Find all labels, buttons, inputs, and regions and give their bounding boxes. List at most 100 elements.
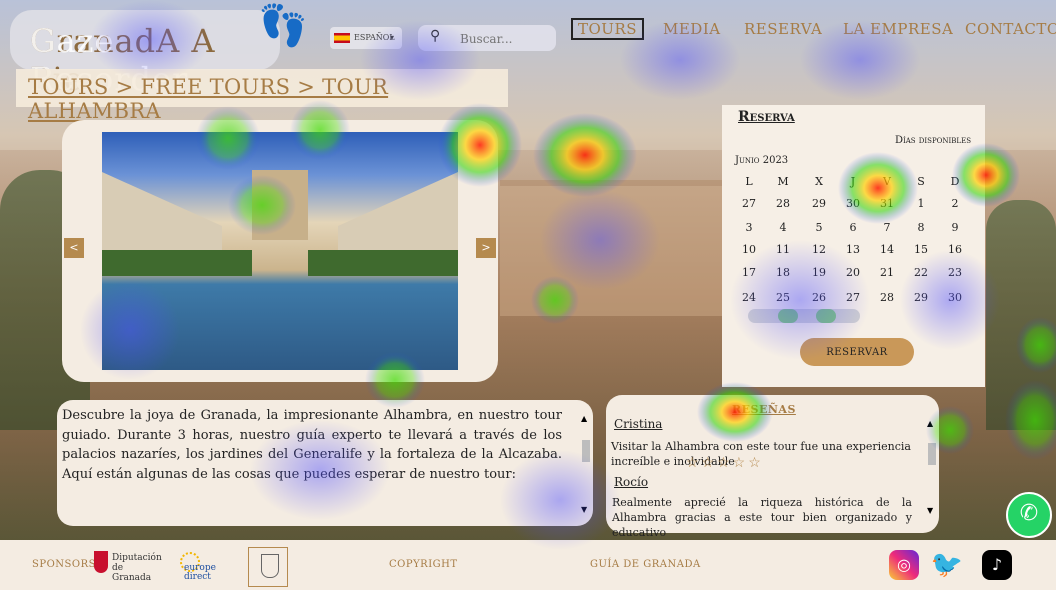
calendar-day[interactable]: 2 bbox=[938, 197, 972, 210]
site-logo[interactable]: GranadA A Pie Gaze Recorder bbox=[10, 10, 280, 98]
nav-la-empresa[interactable]: LA EMPRESA bbox=[843, 20, 953, 38]
search-box[interactable]: ⚲ bbox=[418, 25, 556, 51]
weekday-label: J bbox=[850, 175, 856, 188]
sponsor-europe-direct-logo[interactable]: europe direct bbox=[180, 552, 234, 582]
copyright-link[interactable]: COPYRIGHT bbox=[389, 559, 458, 570]
calendar-day[interactable]: 20 bbox=[836, 266, 870, 279]
calendar-day[interactable]: 4 bbox=[766, 221, 800, 234]
calendar-day[interactable]: 26 bbox=[802, 291, 836, 304]
available-days-label: Días disponibles bbox=[894, 135, 971, 146]
gallery-next-button[interactable]: > bbox=[476, 238, 496, 258]
reservar-button[interactable]: RESERVAR bbox=[800, 338, 914, 366]
calendar-day[interactable]: 29 bbox=[904, 291, 938, 304]
calendar-day[interactable]: 15 bbox=[904, 243, 938, 256]
scroll-down-icon[interactable]: ▼ bbox=[581, 505, 587, 514]
photo-hedge-left bbox=[102, 250, 252, 276]
search-icon: ⚲ bbox=[430, 28, 441, 44]
twitter-icon[interactable]: 🐦 bbox=[930, 550, 964, 580]
calendar-day[interactable]: 27 bbox=[732, 197, 766, 210]
reviewer-name: Rocío bbox=[614, 475, 649, 489]
language-label: ESPAÑOL bbox=[354, 33, 395, 42]
calendar-day[interactable]: 21 bbox=[870, 266, 904, 279]
sponsor-name: Diputación de Granada bbox=[112, 553, 162, 583]
calendar-day[interactable]: 10 bbox=[732, 243, 766, 256]
weekday-label: V bbox=[883, 175, 891, 188]
calendar-day[interactable]: 17 bbox=[732, 266, 766, 279]
guia-granada-link[interactable]: GUÍA DE GRANADA bbox=[590, 559, 701, 570]
calendar-day[interactable]: 7 bbox=[870, 221, 904, 234]
calendar-day[interactable]: 22 bbox=[904, 266, 938, 279]
scroll-up-icon[interactable]: ▲ bbox=[927, 419, 933, 428]
calendar-day[interactable]: 13 bbox=[836, 243, 870, 256]
sponsor-name: europe direct bbox=[184, 563, 216, 582]
calendar-day[interactable]: 5 bbox=[802, 221, 836, 234]
instagram-icon[interactable]: ◎ bbox=[889, 550, 919, 580]
booking-panel: Reserva Días disponibles Junio 2023 L M … bbox=[722, 105, 985, 387]
search-input[interactable] bbox=[458, 29, 554, 49]
tour-description-box: Descubre la joya de Granada, la impresio… bbox=[57, 400, 593, 526]
photo-gallery: < > bbox=[62, 120, 498, 382]
calendar-day[interactable]: 19 bbox=[802, 266, 836, 279]
scroll-up-icon[interactable]: ▲ bbox=[581, 414, 587, 423]
chevron-down-icon: ▾ bbox=[390, 33, 395, 42]
weekday-label: S bbox=[917, 175, 925, 188]
rating-stars-icon: ☆☆☆☆☆ bbox=[686, 455, 764, 471]
spain-flag-icon bbox=[334, 33, 350, 43]
scroll-thumb[interactable] bbox=[928, 443, 936, 465]
calendar-day[interactable]: 16 bbox=[938, 243, 972, 256]
selected-day-12-highlight bbox=[816, 309, 836, 323]
calendar-day[interactable]: 28 bbox=[766, 197, 800, 210]
calendar-day[interactable]: 31 bbox=[870, 197, 904, 210]
nav-media[interactable]: MEDIA bbox=[663, 20, 721, 38]
weekday-label: M bbox=[777, 175, 789, 188]
calendar-day[interactable]: 3 bbox=[732, 221, 766, 234]
photo-tower bbox=[252, 170, 308, 240]
calendar-day[interactable]: 27 bbox=[836, 291, 870, 304]
calendar-day[interactable]: 1 bbox=[904, 197, 938, 210]
nav-contacto[interactable]: CONTACTO bbox=[965, 20, 1056, 38]
weekday-label: L bbox=[745, 175, 753, 188]
selected-range-bar bbox=[748, 309, 860, 323]
calendar-day[interactable]: 30 bbox=[938, 291, 972, 304]
calendar-day[interactable]: 9 bbox=[938, 221, 972, 234]
calendar-day[interactable]: 29 bbox=[802, 197, 836, 210]
calendar-day[interactable]: 28 bbox=[870, 291, 904, 304]
calendar-day[interactable]: 18 bbox=[766, 266, 800, 279]
language-selector[interactable]: ESPAÑOL ▾ bbox=[330, 27, 402, 49]
photo-wing-right bbox=[338, 172, 458, 262]
gallery-prev-button[interactable]: < bbox=[64, 238, 84, 258]
whatsapp-icon[interactable]: ✆ bbox=[1006, 492, 1052, 538]
weekday-label: D bbox=[950, 175, 960, 188]
selected-day-11-highlight bbox=[778, 309, 798, 323]
footprints-icon: 👣 bbox=[258, 3, 308, 49]
description-scrollbar[interactable]: ▲ ▼ bbox=[581, 414, 591, 514]
calendar-day[interactable]: 25 bbox=[766, 291, 800, 304]
calendar-day[interactable]: 30 bbox=[836, 197, 870, 210]
tour-description: Descubre la joya de Granada, la impresio… bbox=[62, 408, 562, 482]
calendar-day[interactable]: 6 bbox=[836, 221, 870, 234]
reviews-box: RESEÑAS Cristina Visitar la Alhambra con… bbox=[606, 395, 939, 539]
reviews-scrollbar[interactable]: ▲ ▼ bbox=[927, 419, 937, 515]
review-text: Realmente aprecié la riqueza histórica d… bbox=[612, 496, 912, 539]
footer: SPONSORS Diputación de Granada europe di… bbox=[0, 540, 1056, 590]
calendar-day[interactable]: 23 bbox=[938, 266, 972, 279]
tiktok-icon[interactable]: ♪ bbox=[982, 550, 1012, 580]
photo-hedge-right bbox=[308, 250, 458, 276]
sponsors-label: SPONSORS bbox=[32, 559, 96, 570]
nav-reserva[interactable]: RESERVA bbox=[744, 20, 822, 38]
palace-building bbox=[500, 180, 730, 316]
calendar-day[interactable]: 24 bbox=[732, 291, 766, 304]
calendar-day[interactable]: 12 bbox=[802, 243, 836, 256]
scroll-down-icon[interactable]: ▼ bbox=[927, 506, 933, 515]
calendar-month: Junio 2023 bbox=[735, 155, 789, 166]
calendar-day[interactable]: 14 bbox=[870, 243, 904, 256]
sponsor-diputacion-logo[interactable]: Diputación de Granada bbox=[94, 551, 162, 583]
calendar-day[interactable]: 11 bbox=[766, 243, 800, 256]
diputacion-shield-icon bbox=[94, 551, 108, 573]
nav-tours[interactable]: TOURS bbox=[571, 18, 645, 40]
scroll-thumb[interactable] bbox=[582, 440, 590, 462]
crest-icon bbox=[261, 554, 279, 578]
sponsor-crest-logo[interactable] bbox=[248, 547, 288, 587]
breadcrumb-text[interactable]: TOURS > FREE TOURS > TOUR ALHAMBRA bbox=[28, 75, 508, 123]
calendar-day[interactable]: 8 bbox=[904, 221, 938, 234]
